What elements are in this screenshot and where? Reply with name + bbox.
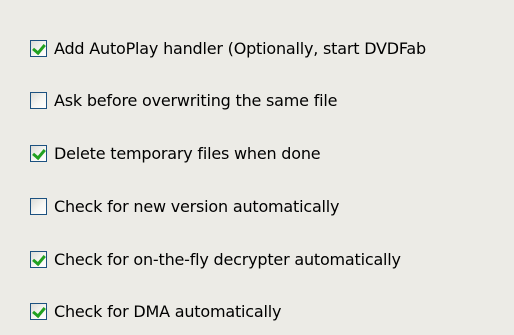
check-decrypter-label[interactable]: Check for on-the-fly decrypter automatic… — [54, 250, 401, 269]
delete-temp-files-checkbox[interactable] — [30, 144, 47, 162]
autoplay-handler-checkbox[interactable] — [30, 39, 47, 57]
check-new-version-label[interactable]: Check for new version automatically — [54, 197, 340, 216]
check-dma-label[interactable]: Check for DMA automatically — [54, 302, 281, 321]
autoplay-handler-label[interactable]: Add AutoPlay handler (Optionally, start … — [54, 39, 426, 58]
option-autoplay-handler[interactable]: Add AutoPlay handler (Optionally, start … — [30, 36, 426, 60]
check-new-version-checkbox[interactable] — [30, 197, 47, 215]
delete-temp-files-label[interactable]: Delete temporary files when done — [54, 144, 321, 163]
option-check-dma[interactable]: Check for DMA automatically — [30, 299, 281, 323]
option-check-new-version[interactable]: Check for new version automatically — [30, 194, 340, 218]
ask-before-overwrite-label[interactable]: Ask before overwriting the same file — [54, 91, 337, 110]
option-delete-temp-files[interactable]: Delete temporary files when done — [30, 141, 321, 165]
option-ask-before-overwrite[interactable]: Ask before overwriting the same file — [30, 88, 337, 112]
check-dma-checkbox[interactable] — [30, 302, 47, 320]
option-check-decrypter[interactable]: Check for on-the-fly decrypter automatic… — [30, 247, 401, 271]
ask-before-overwrite-checkbox[interactable] — [30, 91, 47, 109]
check-decrypter-checkbox[interactable] — [30, 250, 47, 268]
options-list: Add AutoPlay handler (Optionally, start … — [0, 0, 514, 335]
